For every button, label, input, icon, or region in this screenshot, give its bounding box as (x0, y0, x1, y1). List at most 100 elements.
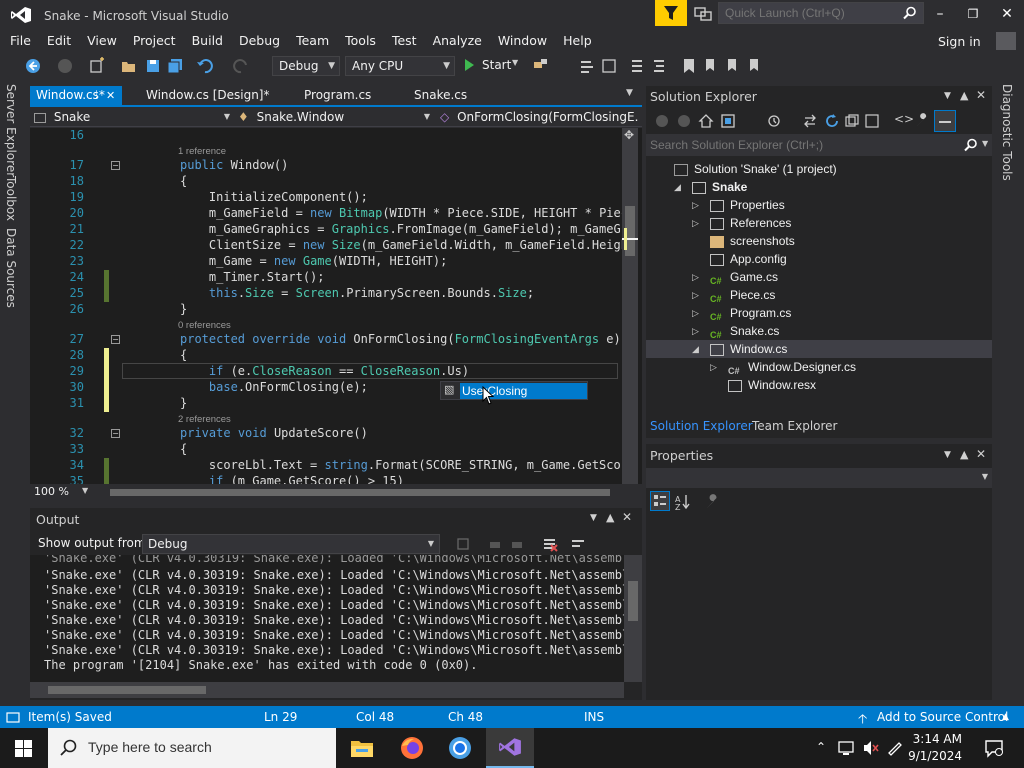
step-over-icon[interactable] (578, 57, 596, 75)
bookmark-next-icon[interactable] (724, 57, 742, 75)
taskbar-search-box[interactable]: Type here to search (48, 728, 336, 768)
code-line[interactable]: m_GameField = new Bitmap(WIDTH * Piece.S… (180, 206, 635, 220)
menu-team[interactable]: Team (296, 30, 329, 51)
zoom-dropdown-icon[interactable]: ▼ (82, 486, 88, 495)
tree-item[interactable]: ▷ C# Window.Designer.cs (646, 358, 992, 376)
editor-vertical-scrollbar[interactable]: ✥ (622, 128, 638, 484)
code-line[interactable]: } (180, 302, 187, 316)
restore-button[interactable]: ❐ (958, 4, 988, 24)
tree-item[interactable]: Window.resx (646, 376, 992, 394)
solution-explorer-options-icon[interactable]: ▼ (944, 91, 951, 101)
tab-window-cs[interactable]: Window.cs* ⋮ ✕ (30, 86, 122, 105)
output-close-icon[interactable]: ✕ (622, 510, 632, 524)
navigate-back-icon[interactable] (24, 57, 42, 75)
solution-explorer-pin-icon[interactable]: ▲ (960, 89, 968, 102)
code-line[interactable]: this.Size = Screen.PrimaryScreen.Bounds.… (180, 286, 534, 300)
tree-item[interactable]: screenshots (646, 232, 992, 250)
show-all-files-icon[interactable] (864, 113, 880, 129)
properties-options-icon[interactable]: ▼ (944, 450, 951, 460)
comment-out-icon[interactable] (628, 57, 646, 75)
menu-edit[interactable]: Edit (47, 30, 71, 51)
menu-tools[interactable]: Tools (345, 30, 376, 51)
minimize-button[interactable]: – (925, 4, 955, 24)
collapsed-arrow-icon[interactable]: ▷ (692, 214, 699, 232)
toggle-word-wrap-icon[interactable] (570, 536, 586, 552)
properties-close-icon[interactable]: ✕ (976, 447, 986, 461)
notifications-icon[interactable] (984, 738, 1004, 758)
code-line[interactable]: m_GameGraphics = Graphics.FromImage(m_Ga… (180, 222, 635, 236)
code-line[interactable]: { (180, 442, 187, 456)
sign-in-link[interactable]: Sign in (938, 34, 981, 49)
diagnostic-tools-tab[interactable]: Diagnostic Tools (1000, 84, 1014, 181)
quick-launch-input[interactable] (719, 3, 899, 23)
code-editor[interactable]: 16 1 reference 17 public Window() − 18 {19 Ini… (30, 128, 642, 484)
menu-project[interactable]: Project (133, 30, 176, 51)
taskbar-visual-studio[interactable] (486, 728, 534, 768)
code-line[interactable]: } (180, 396, 187, 410)
menu-help[interactable]: Help (563, 30, 592, 51)
split-editor-icon[interactable]: ✥ (624, 128, 634, 142)
pending-changes-filter-icon[interactable] (766, 113, 782, 129)
code-line[interactable]: if (m_Game.GetScore() > 15) (180, 474, 404, 484)
property-pages-wrench-icon[interactable] (704, 493, 722, 511)
tree-item[interactable]: App.config (646, 250, 992, 268)
toolbox-tab[interactable]: Toolbox (4, 176, 18, 221)
volume-muted-icon[interactable] (862, 740, 880, 756)
collapsed-arrow-icon[interactable]: ▷ (692, 322, 699, 340)
collapsed-arrow-icon[interactable]: ▷ (710, 358, 717, 376)
uncomment-icon[interactable] (650, 57, 668, 75)
network-icon[interactable] (838, 740, 856, 756)
collapsed-arrow-icon[interactable]: ▷ (692, 286, 699, 304)
notification-filter-icon[interactable] (655, 0, 687, 26)
solution-explorer-close-icon[interactable]: ✕ (976, 88, 986, 102)
search-options-dropdown-icon[interactable]: ▼ (982, 139, 988, 148)
clear-all-icon[interactable] (542, 536, 558, 552)
tree-item[interactable]: ▷ References (646, 214, 992, 232)
menu-file[interactable]: File (10, 30, 31, 51)
go-to-prev-message-icon[interactable] (488, 536, 502, 552)
code-line[interactable]: protected override void OnFormClosing(Fo… (180, 332, 621, 346)
collapsed-arrow-icon[interactable]: ▷ (692, 268, 699, 286)
code-line[interactable]: m_Timer.Start(); (180, 270, 325, 284)
feedback-icon[interactable] (693, 5, 713, 23)
codelens-references[interactable]: 2 references (178, 414, 231, 425)
editor-horizontal-scroll-thumb[interactable] (110, 489, 610, 496)
menu-view[interactable]: View (87, 30, 117, 51)
solution-platform-select[interactable]: Any CPU ▼ (345, 56, 455, 76)
code-line[interactable]: InitializeComponent(); (180, 190, 368, 204)
tree-item[interactable]: ▷ Properties (646, 196, 992, 214)
expanded-arrow-icon[interactable]: ◢ (692, 340, 699, 358)
start-button[interactable] (0, 728, 48, 768)
code-line[interactable]: { (180, 174, 187, 188)
codelens-references[interactable]: 1 reference (178, 146, 226, 157)
code-line[interactable]: scoreLbl.Text = string.Format(SCORE_STRI… (180, 458, 635, 472)
tab-window-cs-design[interactable]: Window.cs [Design]* (140, 86, 300, 105)
menu-test[interactable]: Test (392, 30, 417, 51)
new-project-icon[interactable] (88, 57, 106, 75)
output-source-select[interactable]: Debug ▼ (142, 534, 440, 554)
find-message-icon[interactable] (456, 536, 470, 552)
categorized-button[interactable] (650, 491, 670, 511)
solution-search-icon[interactable] (964, 138, 978, 152)
fold-toggle-icon[interactable]: − (111, 429, 120, 438)
open-file-icon[interactable] (120, 57, 138, 75)
start-play-icon[interactable] (462, 58, 476, 72)
tab-overflow-dropdown-icon[interactable]: ▼ (626, 88, 633, 98)
solution-search-box[interactable]: ▼ (646, 134, 992, 156)
quick-launch-box[interactable] (718, 2, 924, 24)
sol-back-icon[interactable] (654, 113, 670, 129)
preview-selected-items-button[interactable] (934, 110, 956, 132)
bookmark-prev-icon[interactable] (702, 57, 720, 75)
taskbar-firefox[interactable] (390, 728, 434, 768)
output-text-area[interactable]: 'Snake.exe' (CLR v4.0.30319: Snake.exe):… (30, 555, 624, 682)
source-control-expand-icon[interactable]: ▲ (1002, 712, 1009, 722)
menu-analyze[interactable]: Analyze (433, 30, 482, 51)
add-to-source-control-button[interactable]: Add to Source Control (877, 710, 1008, 724)
output-options-icon[interactable]: ▼ (590, 513, 597, 523)
taskbar-file-explorer[interactable] (340, 728, 384, 768)
home-icon[interactable] (698, 113, 714, 129)
bookmark-icon[interactable] (680, 57, 698, 75)
tree-item[interactable]: Solution 'Snake' (1 project) (646, 160, 992, 178)
taskbar-chrome[interactable] (438, 728, 482, 768)
collapse-all-icon[interactable] (844, 113, 860, 129)
